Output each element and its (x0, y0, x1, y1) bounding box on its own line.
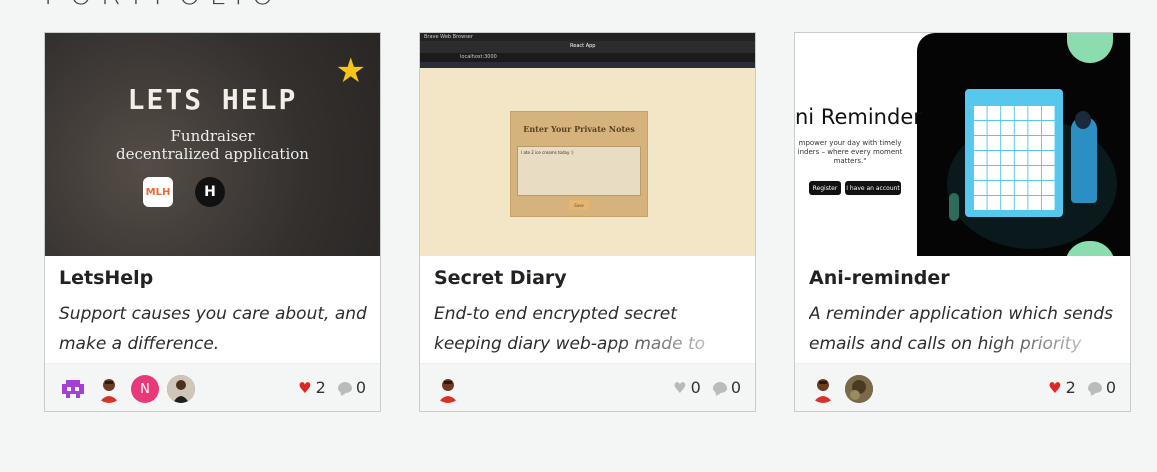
browser-title: Brave Web Browser (424, 34, 473, 40)
comments[interactable]: 0 (712, 378, 741, 397)
likes-count: 2 (1065, 378, 1076, 397)
person-avatar-icon (438, 379, 458, 403)
pixel-avatar-icon (62, 380, 84, 398)
card-footer: ♥ 0 0 (420, 363, 755, 411)
browser-tab: React App (570, 43, 596, 49)
heart-icon: ♥ (673, 378, 687, 397)
project-title[interactable]: Ani-reminder (809, 267, 950, 289)
reminder-tagline: mpower your day with timely inders – whe… (797, 139, 903, 165)
project-description: A reminder application which sends email… (809, 299, 1121, 361)
project-thumbnail[interactable]: LETS HELP Fundraiser decentralized appli… (45, 33, 380, 256)
thumbnail-line2: decentralized application (116, 145, 309, 163)
project-description-text: Support causes you care about, and make … (59, 304, 367, 354)
comments[interactable]: 0 (1087, 378, 1116, 397)
photo-avatar-icon (845, 375, 873, 403)
contributors (809, 375, 873, 403)
project-thumbnail[interactable]: Brave Web Browser React App localhost:30… (420, 33, 755, 256)
description-fade (434, 331, 746, 361)
browser-url: localhost:3000 (460, 54, 497, 60)
likes-count: 0 (690, 378, 701, 397)
avatar[interactable] (95, 375, 123, 403)
person-avatar-icon (813, 379, 833, 403)
contributors: N (59, 375, 195, 403)
comment-icon (1087, 382, 1102, 393)
comments-count: 0 (730, 378, 741, 397)
photo-avatar-icon (167, 375, 195, 403)
hedera-logo: H (195, 177, 225, 207)
heart-icon: ♥ (298, 378, 312, 397)
card-stats: ♥ 0 0 (673, 378, 741, 397)
notes-save-button: Save (569, 200, 589, 210)
person-avatar-icon (99, 379, 119, 403)
avatar[interactable] (809, 375, 837, 403)
register-button: Register (809, 181, 841, 195)
description-fade (809, 331, 1121, 361)
likes[interactable]: ♥ 0 (673, 378, 701, 397)
comment-icon (337, 382, 352, 393)
notes-panel: Enter Your Private Notes I ate 2 ice cre… (510, 111, 648, 217)
likes-count: 2 (315, 378, 326, 397)
browser-bookmarks (420, 62, 755, 68)
mlh-logo: MLH (143, 177, 173, 207)
comment-icon (712, 382, 727, 393)
calendar-grid (973, 105, 1055, 211)
thumbnail-headline: LETS HELP (127, 83, 298, 116)
likes[interactable]: ♥ 2 (1048, 378, 1076, 397)
avatar[interactable] (434, 375, 462, 403)
avatar[interactable] (167, 375, 195, 403)
comments-count: 0 (355, 378, 366, 397)
notes-panel-title: Enter Your Private Notes (523, 124, 635, 134)
card-stats: ♥ 2 0 (1048, 378, 1116, 397)
thumbnail-line1: Fundraiser (170, 127, 255, 145)
comments-count: 0 (1105, 378, 1116, 397)
project-card-ani-reminder[interactable]: ni Reminder mpower your day with timely … (794, 32, 1131, 412)
account-button: I have an account (845, 181, 901, 195)
project-title[interactable]: Secret Diary (434, 267, 567, 289)
plant-illustration (949, 193, 959, 221)
project-thumbnail[interactable]: ni Reminder mpower your day with timely … (795, 33, 1130, 256)
contributors (434, 375, 462, 403)
featured-star-icon: ★ (335, 51, 366, 91)
person-head-illustration (1075, 111, 1091, 129)
project-card-secret-diary[interactable]: Brave Web Browser React App localhost:30… (419, 32, 756, 412)
person-illustration (1071, 117, 1097, 203)
section-title: PORTFOLIO (44, 0, 283, 11)
project-card-letshelp[interactable]: LETS HELP Fundraiser decentralized appli… (44, 32, 381, 412)
project-title[interactable]: LetsHelp (59, 267, 153, 289)
comments[interactable]: 0 (337, 378, 366, 397)
card-stats: ♥ 2 0 (298, 378, 366, 397)
heart-icon: ♥ (1048, 378, 1062, 397)
likes[interactable]: ♥ 2 (298, 378, 326, 397)
project-description: End-to end encrypted secret keeping diar… (434, 299, 746, 361)
avatar[interactable] (845, 375, 873, 403)
notes-textarea: I ate 2 ice creams today :) (517, 146, 641, 196)
card-footer: N ♥ 2 0 (45, 363, 380, 411)
project-description: Support causes you care about, and make … (59, 299, 371, 361)
avatar[interactable] (59, 375, 87, 403)
reminder-heading: ni Reminder (795, 105, 922, 129)
avatar[interactable]: N (131, 375, 159, 403)
card-footer: ♥ 2 0 (795, 363, 1130, 411)
